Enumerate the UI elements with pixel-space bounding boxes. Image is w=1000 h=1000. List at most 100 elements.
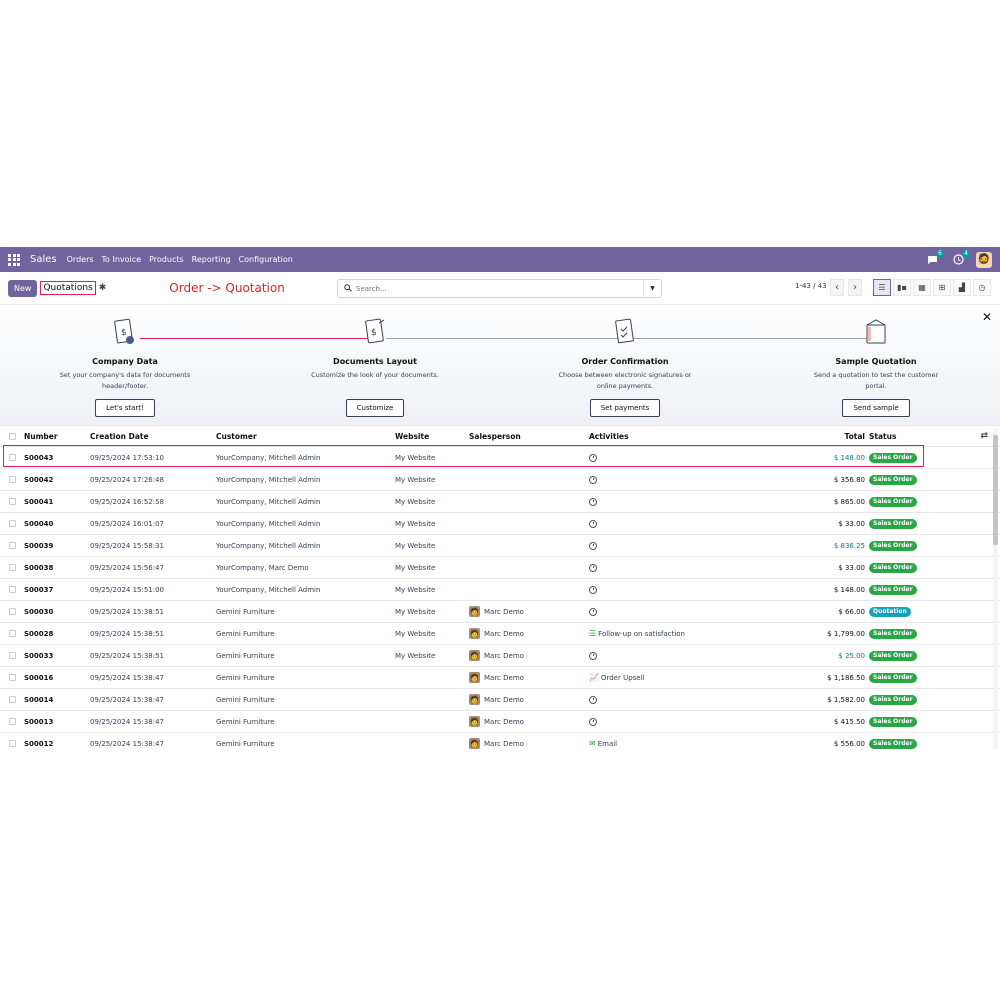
scrollbar[interactable] xyxy=(993,429,998,749)
activity-label[interactable]: Order Upsell xyxy=(601,674,645,682)
row-checkbox[interactable] xyxy=(9,520,16,527)
activity-label[interactable]: Follow-up on satisfaction xyxy=(598,630,685,638)
select-all-checkbox[interactable] xyxy=(9,432,16,440)
search-input[interactable] xyxy=(356,284,626,293)
chevron-down-icon[interactable]: ▼ xyxy=(643,280,661,297)
row-checkbox[interactable] xyxy=(9,630,16,637)
activity-clock-icon[interactable] xyxy=(589,585,597,594)
table-row[interactable]: S00012 09/25/2024 15:38:47 Gemini Furnitur… xyxy=(0,733,1000,752)
row-checkbox[interactable] xyxy=(9,454,16,461)
calendar-view-icon[interactable]: ▦ xyxy=(913,279,931,296)
activity-clock-icon[interactable] xyxy=(589,563,597,572)
row-checkbox[interactable] xyxy=(9,718,16,725)
new-button[interactable]: New xyxy=(8,279,38,297)
send-sample-button[interactable]: Send sample xyxy=(842,399,910,417)
menu-to-invoice[interactable]: To Invoice xyxy=(102,255,142,264)
lets-start-button[interactable]: Let's start! xyxy=(95,399,155,417)
optional-columns-icon[interactable]: ⇄ xyxy=(980,431,988,441)
activity-clock-icon[interactable] xyxy=(589,497,597,506)
activity-clock-icon[interactable] xyxy=(589,541,597,550)
close-icon[interactable]: ✕ xyxy=(982,310,992,324)
salesperson-name: Marc Demo xyxy=(484,739,524,748)
cell-total: $ 66.00 xyxy=(838,607,865,616)
pager-next-button[interactable]: › xyxy=(848,279,862,296)
row-checkbox[interactable] xyxy=(9,542,16,549)
table-row[interactable]: S00039 09/25/2024 15:58:31 YourCompany, Mi… xyxy=(0,535,1000,557)
header-total[interactable]: Total xyxy=(769,432,869,441)
header-creation-date[interactable]: Creation Date xyxy=(90,432,216,441)
activity-clock-icon[interactable] xyxy=(589,717,597,726)
header-website[interactable]: Website xyxy=(395,432,469,441)
scrollbar-thumb[interactable] xyxy=(993,435,998,545)
header-activities[interactable]: Activities xyxy=(589,432,769,441)
cell-customer: Gemini Furniture xyxy=(216,717,275,726)
menu-reporting[interactable]: Reporting xyxy=(192,255,231,264)
table-row[interactable]: S00037 09/25/2024 15:51:00 YourCompany, Mi… xyxy=(0,579,1000,601)
apps-grid-icon[interactable] xyxy=(8,253,20,266)
graph-view-icon[interactable]: ▟ xyxy=(953,279,971,296)
activity-badge: 4 xyxy=(962,249,970,258)
row-checkbox[interactable] xyxy=(9,652,16,659)
activity-label[interactable]: Email xyxy=(598,740,617,748)
table-row[interactable]: S00033 09/25/2024 15:38:51 Gemini Furnitur… xyxy=(0,645,1000,667)
onboard-step-documents-layout: $ Documents Layout Customize the look of… xyxy=(295,317,455,417)
row-checkbox[interactable] xyxy=(9,674,16,681)
quotations-table: Number Creation Date Customer Website Sa… xyxy=(0,426,1000,752)
pager-prev-button[interactable]: ‹ xyxy=(830,279,844,296)
table-row[interactable]: S00030 09/25/2024 15:38:51 Gemini Furnitur… xyxy=(0,601,1000,623)
header-number[interactable]: Number xyxy=(24,432,90,441)
table-row[interactable]: S00043 09/25/2024 17:53:10 YourCompany, Mi… xyxy=(0,447,1000,469)
table-row[interactable]: S00040 09/25/2024 16:01:07 YourCompany, Mi… xyxy=(0,513,1000,535)
activity-clock-icon[interactable] xyxy=(589,475,597,484)
activity-clock-icon[interactable] xyxy=(589,519,597,528)
row-checkbox[interactable] xyxy=(9,564,16,571)
customize-button[interactable]: Customize xyxy=(345,399,405,417)
pivot-view-icon[interactable]: ⊞ xyxy=(933,279,951,296)
header-customer[interactable]: Customer xyxy=(216,432,395,441)
table-row[interactable]: S00038 09/25/2024 15:56:47 YourCompany, Ma… xyxy=(0,557,1000,579)
cell-customer: YourCompany, Mitchell Admin xyxy=(216,475,321,484)
gear-icon[interactable]: ✱ xyxy=(99,283,107,293)
onboard-title: Company Data xyxy=(92,357,158,366)
search-bar: ▼ xyxy=(337,279,662,298)
user-avatar[interactable]: 🧔 xyxy=(976,251,992,268)
activity-clock-icon[interactable] xyxy=(589,695,597,704)
header-salesperson[interactable]: Salesperson xyxy=(469,432,589,441)
table-row[interactable]: S00028 09/25/2024 15:38:51 Gemini Furnitur… xyxy=(0,623,1000,645)
activity-view-icon[interactable]: ◷ xyxy=(973,279,991,296)
row-checkbox[interactable] xyxy=(9,586,16,593)
table-row[interactable]: S00042 09/25/2024 17:26:48 YourCompany, Mi… xyxy=(0,469,1000,491)
menu-products[interactable]: Products xyxy=(149,255,184,264)
activity-clock-icon[interactable] xyxy=(589,607,597,616)
menu-orders[interactable]: Orders xyxy=(67,255,94,264)
row-checkbox[interactable] xyxy=(9,696,16,703)
header-status[interactable]: Status xyxy=(869,432,949,441)
cell-website: My Website xyxy=(395,607,436,616)
activity-clock-icon[interactable]: 4 xyxy=(950,249,970,267)
salesperson-name: Marc Demo xyxy=(484,717,524,726)
list-view-icon[interactable]: ☰ xyxy=(873,279,891,296)
row-checkbox[interactable] xyxy=(9,476,16,483)
kanban-view-icon[interactable]: ▮▪ xyxy=(893,279,911,296)
row-checkbox[interactable] xyxy=(9,608,16,615)
row-checkbox[interactable] xyxy=(9,498,16,505)
cell-activities xyxy=(589,585,769,594)
table-row[interactable]: S00013 09/25/2024 15:38:47 Gemini Furnitur… xyxy=(0,711,1000,733)
chat-icon[interactable]: 6 xyxy=(924,249,944,267)
app-brand[interactable]: Sales xyxy=(30,254,57,265)
cell-customer: YourCompany, Mitchell Admin xyxy=(216,585,321,594)
onboard-step-order-confirmation: Order Confirmation Choose between electr… xyxy=(545,317,705,417)
cell-activities: 📈 Order Upsell xyxy=(589,673,769,682)
row-checkbox[interactable] xyxy=(9,740,16,747)
table-row[interactable]: S00016 09/25/2024 15:38:47 Gemini Furnitur… xyxy=(0,667,1000,689)
set-payments-button[interactable]: Set payments xyxy=(589,399,661,417)
activity-clock-icon[interactable] xyxy=(589,651,597,660)
menu-configuration[interactable]: Configuration xyxy=(239,255,293,264)
chart-line-icon[interactable]: 📈 xyxy=(589,673,599,682)
envelope-icon[interactable]: ✉ xyxy=(589,739,596,748)
table-row[interactable]: S00041 09/25/2024 16:52:58 YourCompany, Mi… xyxy=(0,491,1000,513)
list-icon[interactable]: ☰ xyxy=(589,629,596,638)
activity-clock-icon[interactable] xyxy=(589,453,597,462)
table-row[interactable]: S00014 09/25/2024 15:38:47 Gemini Furnitur… xyxy=(0,689,1000,711)
pager-value[interactable]: 1-43 / 43 xyxy=(795,282,827,290)
